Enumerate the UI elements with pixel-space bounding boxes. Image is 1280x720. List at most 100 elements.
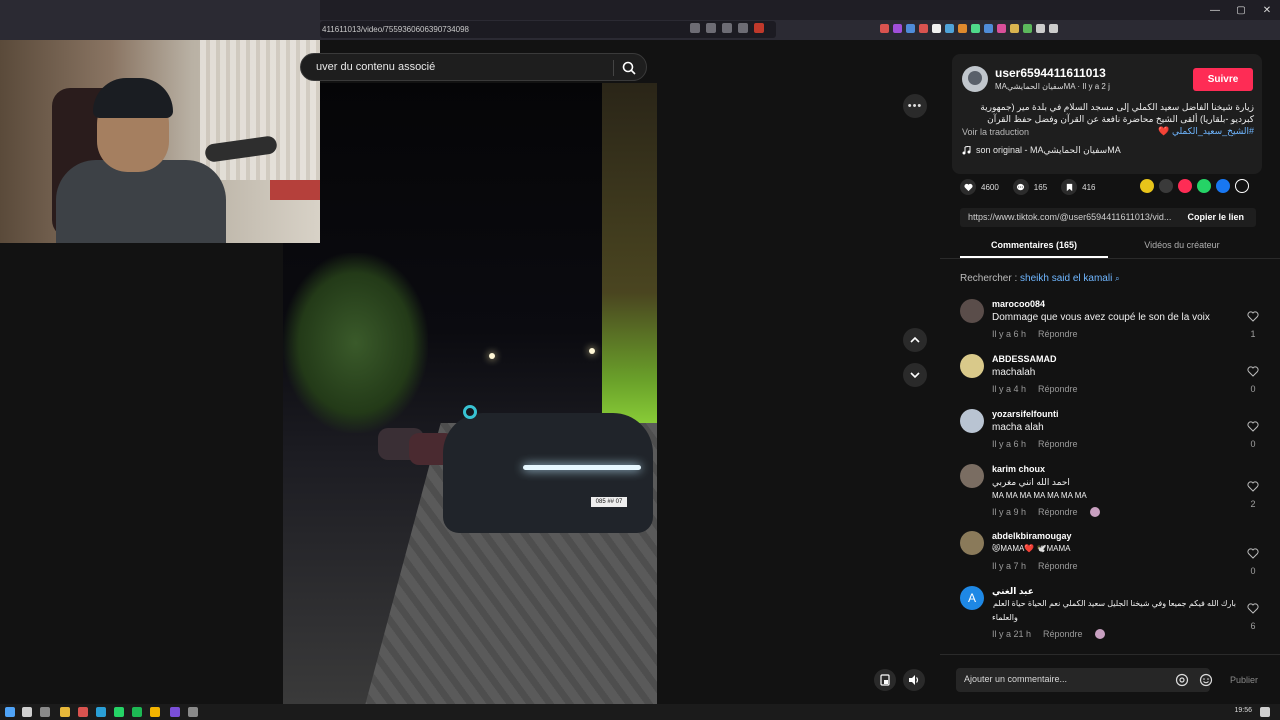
save-button[interactable]: 416 xyxy=(1061,179,1096,195)
comment-input[interactable]: Ajouter un commentaire... xyxy=(956,668,1210,692)
reply-button[interactable]: Répondre xyxy=(1038,329,1078,339)
comment-like[interactable]: 1 xyxy=(1246,309,1260,339)
extension-icon[interactable] xyxy=(932,24,941,33)
commenter-avatar[interactable] xyxy=(960,354,984,378)
comment-meta: Il y a 6 h Répondre xyxy=(992,329,1078,339)
bookmark-icon[interactable] xyxy=(738,23,748,33)
commenter-name[interactable]: ABDESSAMAD xyxy=(992,354,1057,364)
next-video-button[interactable] xyxy=(903,363,927,387)
reply-button[interactable]: Répondre xyxy=(1038,439,1078,449)
extension-icon[interactable] xyxy=(1023,24,1032,33)
send-icon[interactable] xyxy=(1178,179,1192,193)
extension-icon[interactable] xyxy=(971,24,980,33)
extension-icon[interactable] xyxy=(919,24,928,33)
reply-button[interactable]: Répondre xyxy=(1038,507,1078,517)
tab-creator-videos[interactable]: Vidéos du créateur xyxy=(1108,236,1256,258)
shield-icon[interactable] xyxy=(754,23,764,33)
comment-meta: Il y a 4 h Répondre xyxy=(992,384,1078,394)
settings-icon[interactable] xyxy=(188,707,198,717)
zoom-icon[interactable] xyxy=(722,23,732,33)
follow-button[interactable]: Suivre xyxy=(1193,68,1253,91)
street-lamp xyxy=(489,353,495,359)
like-button[interactable]: 4600 xyxy=(960,179,999,195)
video-player[interactable]: 085 ## 07 xyxy=(283,83,657,704)
copy-link-button[interactable]: Copier le lien xyxy=(1187,212,1244,222)
maximize-button[interactable]: ▢ xyxy=(1228,0,1254,20)
whatsapp-icon[interactable] xyxy=(114,707,124,717)
comment-like[interactable]: 0 xyxy=(1246,364,1260,394)
file-explorer-icon[interactable] xyxy=(60,707,70,717)
notification-icon[interactable] xyxy=(1260,707,1270,717)
mention-icon[interactable] xyxy=(1175,673,1189,687)
author-username[interactable]: user6594411611013 xyxy=(995,66,1106,80)
search-bar[interactable]: uver du contenu associé xyxy=(300,53,647,81)
commenter-avatar[interactable] xyxy=(960,299,984,323)
embed-icon[interactable] xyxy=(1159,179,1173,193)
extension-icon[interactable] xyxy=(1010,24,1019,33)
comment-like[interactable]: 2 xyxy=(1246,479,1260,509)
comment-search-suggestion[interactable]: Rechercher : sheikh said el kamali ⌕ xyxy=(960,273,1120,284)
translate-icon[interactable] xyxy=(690,23,700,33)
extension-icon[interactable] xyxy=(997,24,1006,33)
search-keyword[interactable]: sheikh said el kamali xyxy=(1020,273,1112,284)
streamer-body xyxy=(56,160,226,243)
obs-icon[interactable] xyxy=(170,707,180,717)
commenter-name[interactable]: yozarsifelfounti xyxy=(992,409,1059,419)
emoji-icon[interactable] xyxy=(1199,673,1213,687)
extension-icon[interactable] xyxy=(893,24,902,33)
commenter-avatar[interactable] xyxy=(960,464,984,488)
commenter-name[interactable]: marocoo084 xyxy=(992,299,1045,309)
tab-comments[interactable]: Commentaires (165) xyxy=(960,236,1108,258)
extension-icon[interactable] xyxy=(945,24,954,33)
post-comment-button[interactable]: Publier xyxy=(1230,675,1258,685)
speaker-icon xyxy=(909,675,919,685)
comment-like[interactable]: 0 xyxy=(1246,419,1260,449)
share-link-url[interactable]: https://www.tiktok.com/@user659441161101… xyxy=(968,212,1178,222)
search-input[interactable]: uver du contenu associé xyxy=(316,61,435,73)
comment-like[interactable]: 0 xyxy=(1246,546,1260,576)
sound-link[interactable]: son original - MAسفيان الحمايشيMA xyxy=(962,145,1121,156)
extension-icon[interactable] xyxy=(958,24,967,33)
commenter-avatar[interactable]: A xyxy=(960,586,984,610)
search-icon[interactable] xyxy=(621,60,637,76)
chrome-icon[interactable] xyxy=(150,707,160,717)
minimize-button[interactable]: — xyxy=(1202,0,1228,20)
reply-button[interactable]: Répondre xyxy=(1038,384,1078,394)
extension-icon[interactable] xyxy=(984,24,993,33)
hashtag-link[interactable]: #الشيخ_سعيد_الكملي xyxy=(1172,126,1254,136)
extension-icon[interactable] xyxy=(880,24,889,33)
close-window-button[interactable]: ✕ xyxy=(1254,0,1280,20)
coin-icon[interactable] xyxy=(1140,179,1154,193)
commenter-name[interactable]: karim choux xyxy=(992,464,1045,474)
volume-button[interactable] xyxy=(903,669,925,691)
commenter-name[interactable]: abdelkbiramougay xyxy=(992,531,1072,541)
extension-icon[interactable] xyxy=(906,24,915,33)
heart-outline-icon xyxy=(1247,481,1259,492)
reply-button[interactable]: Répondre xyxy=(1043,629,1083,639)
share-arrow-icon[interactable] xyxy=(1235,179,1249,193)
commenter-avatar[interactable] xyxy=(960,531,984,555)
browser-icon[interactable] xyxy=(78,707,88,717)
edit-icon[interactable] xyxy=(706,23,716,33)
commenter-name[interactable]: عبد الغني xyxy=(992,586,1034,597)
mini-player-button[interactable] xyxy=(874,669,896,691)
spotify-icon[interactable] xyxy=(132,707,142,717)
comment-item: A عبد الغني بارك الله فيكم جميعا وفي شيخ… xyxy=(960,586,1260,644)
see-translation-link[interactable]: Voir la traduction xyxy=(962,127,1029,137)
author-avatar[interactable] xyxy=(962,66,988,92)
windows-start-icon[interactable] xyxy=(5,707,15,717)
edge-icon[interactable] xyxy=(96,707,106,717)
comment-button[interactable]: 165 xyxy=(1012,179,1047,195)
facebook-icon[interactable] xyxy=(1216,179,1230,193)
extension-icons xyxy=(880,24,1058,33)
extension-icon[interactable] xyxy=(1036,24,1045,33)
previous-video-button[interactable] xyxy=(903,328,927,352)
reply-button[interactable]: Répondre xyxy=(1038,561,1078,571)
more-options-button[interactable]: ••• xyxy=(903,94,927,118)
taskview-icon[interactable] xyxy=(40,707,50,717)
comment-like[interactable]: 6 xyxy=(1246,601,1260,631)
commenter-avatar[interactable] xyxy=(960,409,984,433)
extension-icon[interactable] xyxy=(1049,24,1058,33)
search-icon[interactable] xyxy=(22,707,32,717)
whatsapp-icon[interactable] xyxy=(1197,179,1211,193)
